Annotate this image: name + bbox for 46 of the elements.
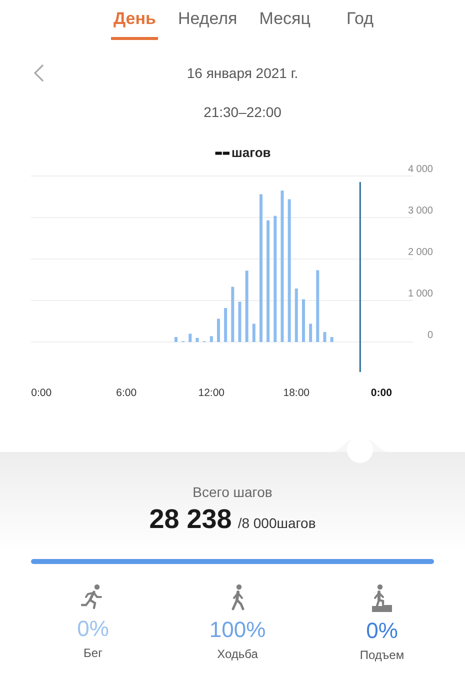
y-axis-label: 0 — [427, 330, 433, 341]
goal-label: /8 000шагов — [238, 515, 316, 531]
step-bar — [252, 324, 256, 342]
x-axis-label: 18:00 — [283, 387, 310, 399]
step-bar — [309, 324, 312, 342]
y-axis-label: 3 000 — [408, 206, 433, 216]
selected-unit: шагов — [232, 145, 271, 160]
y-axis-label: 4 000 — [408, 164, 433, 175]
step-bar — [224, 308, 228, 342]
period-tab[interactable]: День — [111, 7, 158, 40]
selected-value: -- — [214, 142, 230, 160]
x-axis-label: 0:00 — [31, 387, 52, 399]
activity-label: Бег — [84, 646, 102, 660]
x-axis-label: 0:00 — [370, 387, 392, 399]
step-bar — [330, 337, 334, 342]
period-tab[interactable]: Месяц — [257, 7, 312, 40]
step-bar — [316, 270, 320, 342]
period-tab[interactable]: Год — [344, 7, 376, 40]
activity-percent: 0% — [366, 618, 398, 644]
step-bar — [216, 318, 220, 342]
stair-climbing-icon — [370, 584, 394, 612]
running-figure-icon — [81, 584, 105, 610]
step-bar — [188, 334, 192, 342]
step-bar — [302, 299, 305, 342]
activity-percent: 100% — [209, 617, 266, 643]
step-bar — [245, 270, 248, 342]
time-range: 21:30–22:00 — [202, 104, 282, 120]
x-axis-label: 6:00 — [116, 387, 137, 399]
activity-label: Подъем — [360, 648, 404, 662]
time-cursor[interactable] — [359, 182, 361, 372]
step-bar — [231, 286, 234, 342]
activity-percent: 0% — [77, 616, 109, 642]
total-steps: 28 238 — [149, 504, 232, 535]
step-bar — [210, 336, 213, 342]
step-bar — [196, 338, 199, 342]
activity-label: Ходьба — [217, 647, 258, 661]
period-tab[interactable]: Неделя — [176, 7, 240, 40]
step-bar — [238, 302, 242, 342]
step-bar — [323, 332, 326, 342]
x-axis-label: 12:00 — [198, 387, 225, 399]
date-label: 16 января 2021 г. — [186, 65, 298, 81]
step-bar — [174, 337, 178, 342]
step-bar — [294, 288, 298, 342]
y-axis-label: 1 000 — [408, 288, 433, 300]
total-label: Всего шагов — [192, 484, 274, 500]
y-axis-label: 2 000 — [408, 247, 433, 258]
